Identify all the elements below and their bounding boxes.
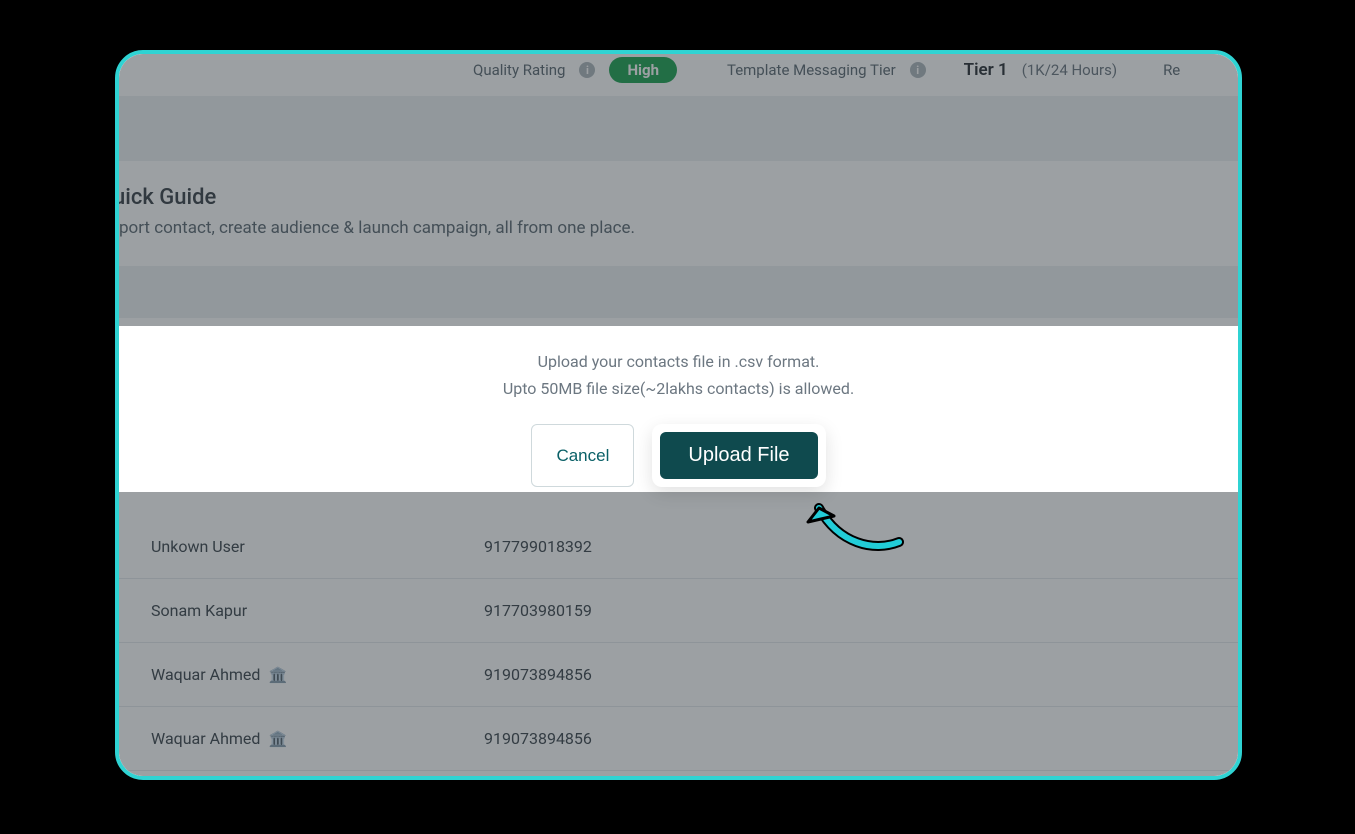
quality-rating-label: Quality Rating [473,61,565,79]
tier-value: Tier 1 [964,60,1008,80]
cancel-button[interactable]: Cancel [531,424,634,487]
upload-modal: Upload your contacts file in .csv format… [119,318,1238,515]
contact-name: Sonam Kapur [151,601,247,620]
info-icon[interactable]: i [579,62,595,78]
upload-file-button[interactable]: Upload File [660,432,817,479]
template-tier-label: Template Messaging Tier [727,61,896,79]
contact-name-cell: Sonam Kapur [119,601,484,620]
contact-name-cell: Waquar Ahmed 🏛️ [119,665,484,684]
contact-badge-icon: 🏛️ [268,730,287,748]
contact-phone-cell: 917703980159 [484,601,1238,620]
upload-button-card: Upload File [652,424,825,487]
quick-guide-title: uick Guide [115,185,1238,210]
contact-name-cell: Waquar Ahmed 🏛️ [119,729,484,748]
contact-phone-cell: 919073894856 [484,665,1238,684]
table-row[interactable]: Waquar Ahmed 🏛️ 919073894856 [119,707,1238,771]
quality-rating-badge: High [609,57,677,83]
contact-name: Waquar Ahmed [151,665,260,684]
contact-phone-cell: 917799018392 [484,537,1238,556]
quick-guide-section: uick Guide port contact, create audience… [119,161,1238,266]
contact-phone-cell: 919073894856 [484,729,1238,748]
contact-name: Waquar Ahmed [151,729,260,748]
trailing-cut-text: Re [1163,61,1180,79]
modal-line2: Upto 50MB file size(~2lakhs contacts) is… [119,375,1238,402]
pagination-bar: ❮ 1-16 of 16 ❯ 25 per page ▼ [119,771,1238,780]
device-frame: Quality Rating i High Template Messaging… [115,50,1242,780]
tier-note: (1K/24 Hours) [1022,61,1117,79]
contacts-table: Unkown User 917799018392 Sonam Kapur 917703… [119,515,1238,771]
contact-name: Unkown User [151,537,245,556]
contact-name-cell: Unkown User [119,537,484,556]
contact-badge-icon: 🏛️ [268,666,287,684]
info-icon[interactable]: i [910,62,926,78]
table-row[interactable]: Waquar Ahmed 🏛️ 919073894856 [119,643,1238,707]
quick-guide-subtitle: port contact, create audience & launch c… [119,218,1238,238]
table-row[interactable]: Unkown User 917799018392 [119,515,1238,579]
modal-line1: Upload your contacts file in .csv format… [119,348,1238,375]
table-row[interactable]: Sonam Kapur 917703980159 [119,579,1238,643]
header-strip: Quality Rating i High Template Messaging… [119,54,1238,96]
